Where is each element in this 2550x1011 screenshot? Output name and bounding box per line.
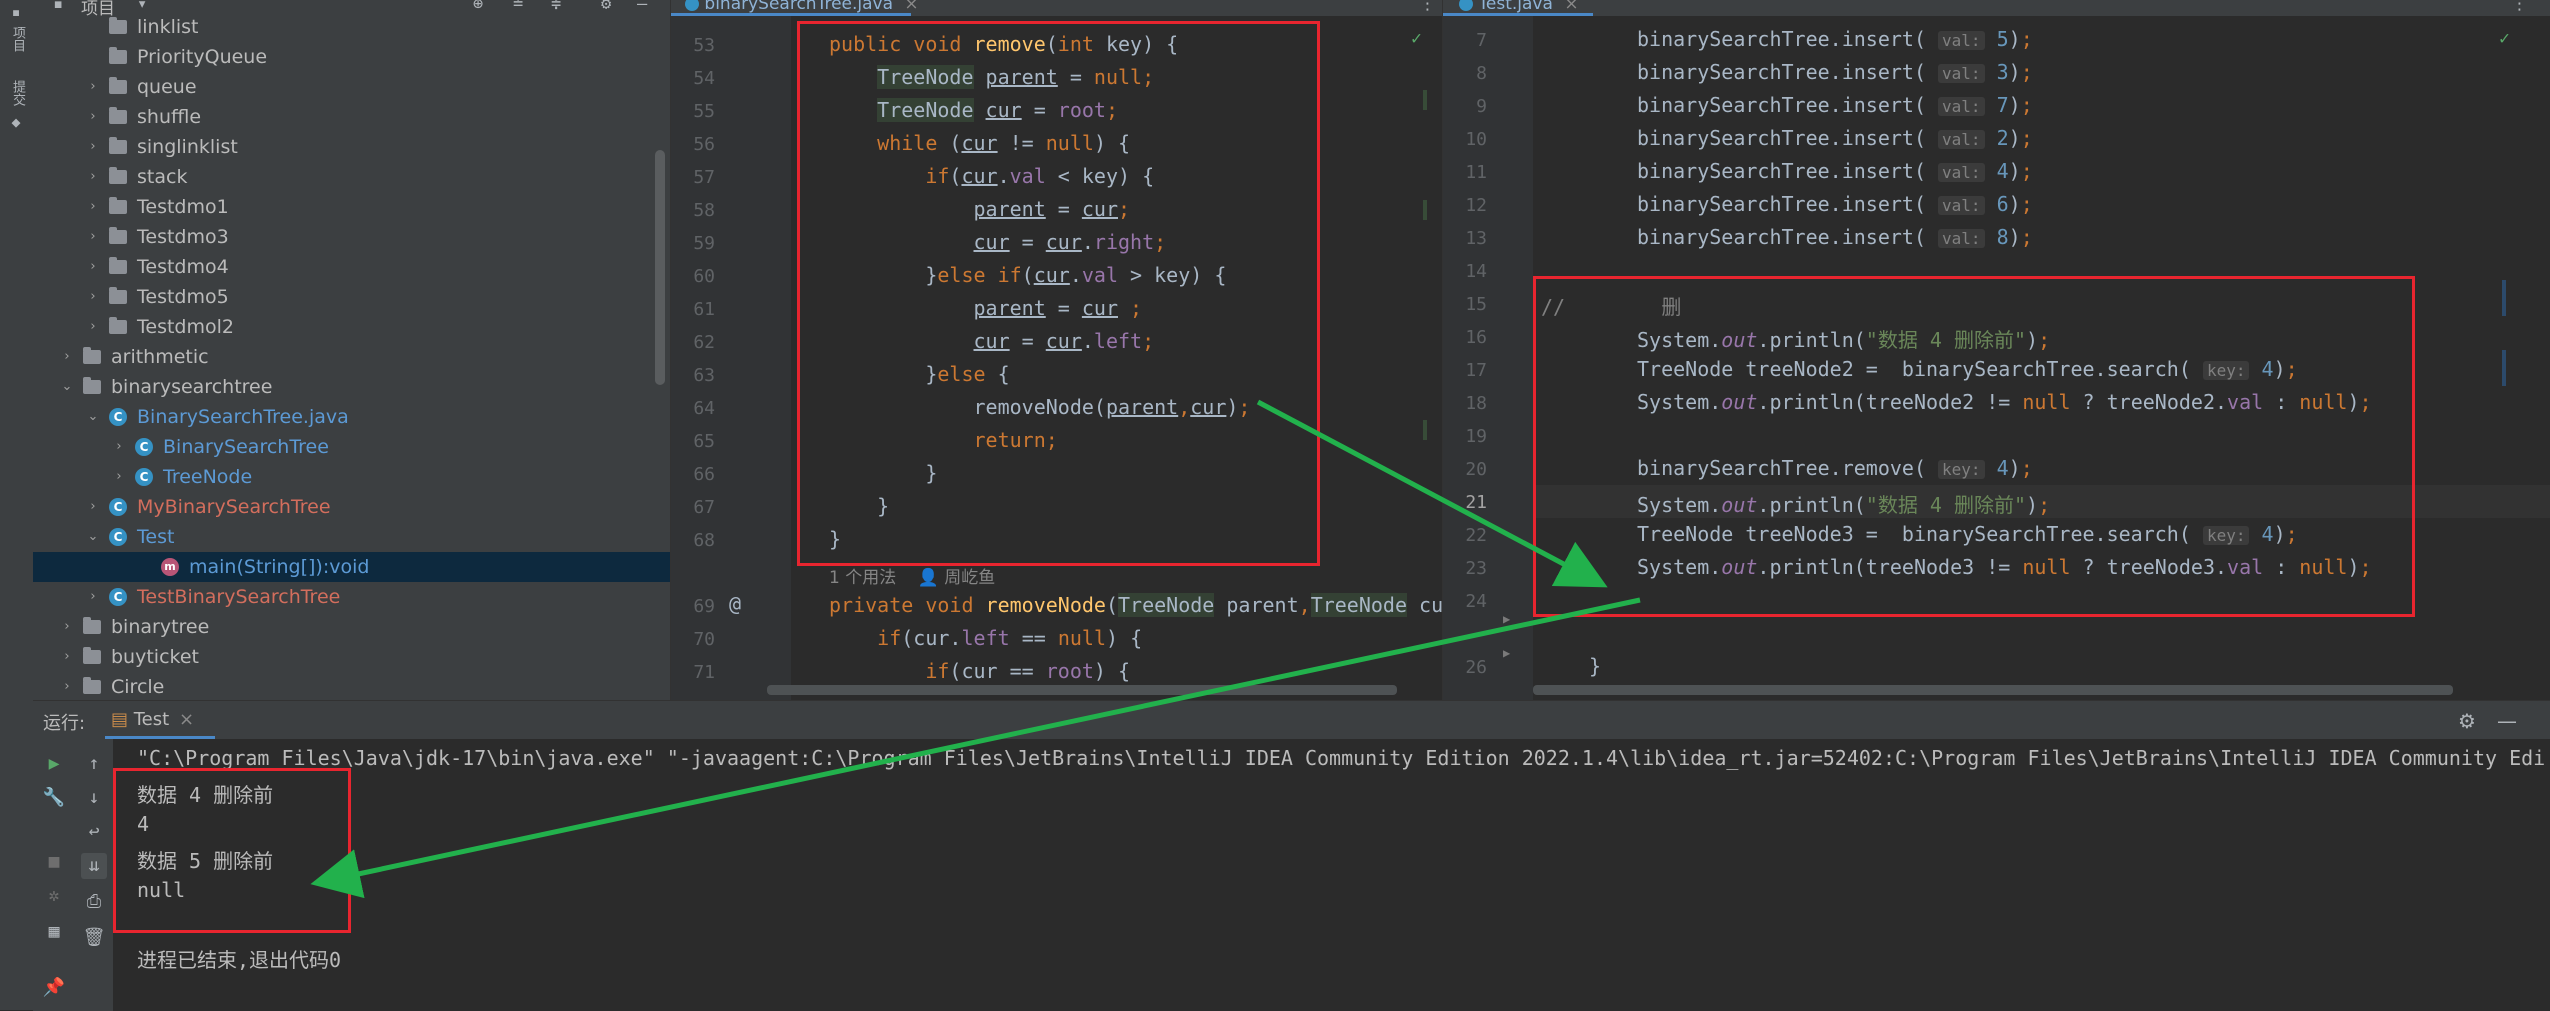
arrow-test-to-output bbox=[310, 597, 1641, 899]
arrow-remove-to-test bbox=[1256, 399, 1608, 588]
annotation-arrows bbox=[310, 399, 1641, 899]
